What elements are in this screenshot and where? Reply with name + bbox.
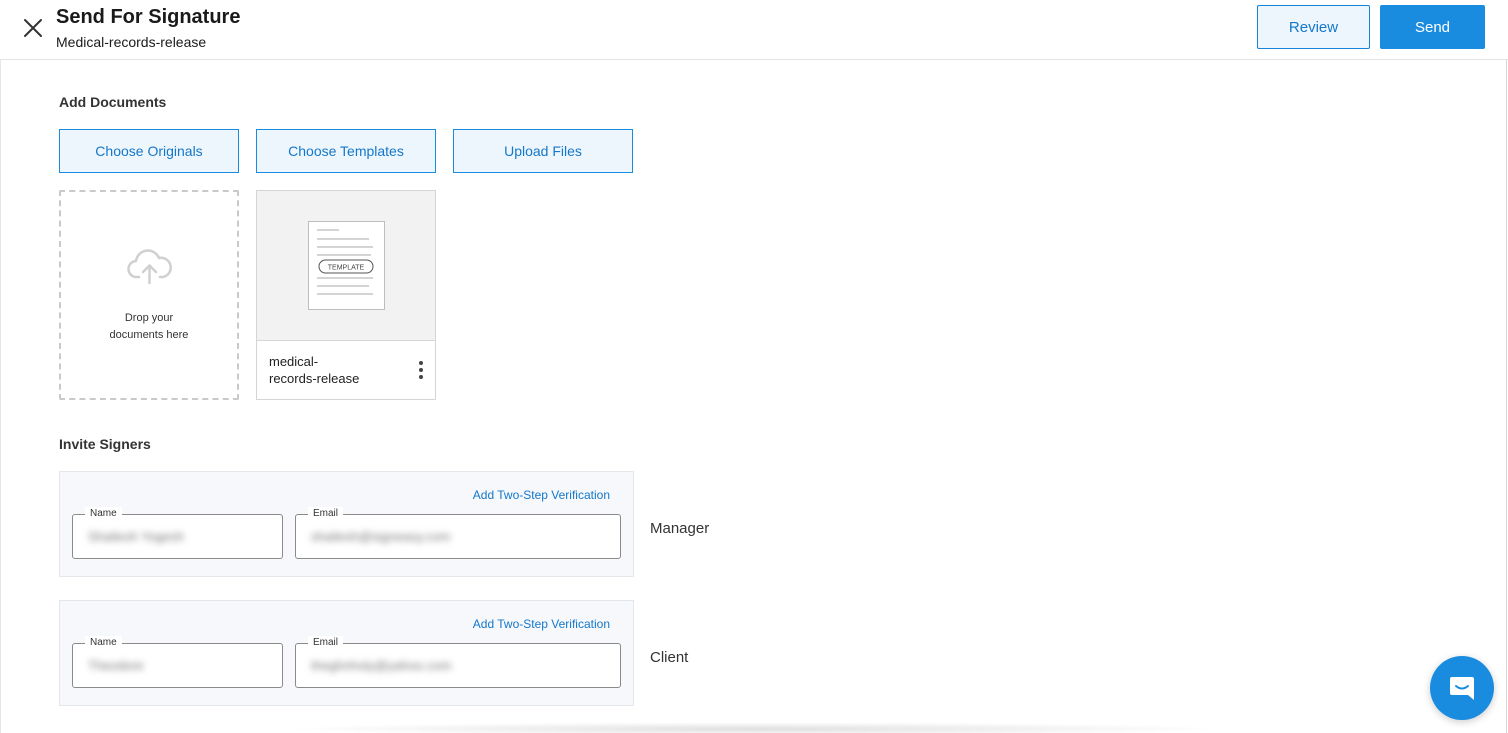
page-title: Send For Signature	[56, 6, 241, 28]
dropzone-text: Drop your documents here	[61, 310, 237, 344]
cloud-upload-icon	[127, 247, 173, 285]
chat-icon[interactable]	[1430, 656, 1494, 720]
header-bar: Send For Signature Medical-records-relea…	[0, 0, 1508, 60]
field-label: Name	[85, 636, 122, 650]
card-name-line: records-release	[269, 371, 360, 386]
template-badge: TEMPLATE	[328, 265, 365, 272]
signer-role: Manager	[650, 520, 710, 537]
signer-email-field[interactable]: Email theghnholy@yahoo.com	[295, 636, 621, 688]
signer-email-field[interactable]: Email shailesh@signeasy.com	[295, 507, 621, 559]
signer-name-field[interactable]: Name Theodore	[72, 636, 283, 688]
document-dropzone[interactable]: Drop your documents here	[59, 190, 239, 400]
left-divider	[0, 60, 1, 733]
signer-row: Add Two-Step Verification Name Shailesh …	[59, 471, 634, 577]
add-two-step-verification-link[interactable]: Add Two-Step Verification	[473, 488, 610, 502]
signer-name-field[interactable]: Name Shailesh Yogesh	[72, 507, 283, 559]
add-documents-heading: Add Documents	[59, 94, 167, 110]
document-thumbnail-icon: TEMPLATE	[308, 221, 385, 310]
dropzone-text-line: Drop your	[124, 312, 174, 324]
field-label: Name	[85, 507, 122, 521]
signer-row: Add Two-Step Verification Name Theodore …	[59, 600, 634, 706]
field-value: shailesh@signeasy.com	[311, 529, 451, 544]
card-name-line: medical-	[269, 354, 319, 369]
right-divider	[1506, 60, 1507, 733]
invite-signers-heading: Invite Signers	[59, 436, 151, 452]
choose-originals-button[interactable]: Choose Originals	[59, 129, 239, 173]
template-card[interactable]: TEMPLATE medical- records-release	[256, 190, 436, 400]
add-two-step-verification-link[interactable]: Add Two-Step Verification	[473, 617, 610, 631]
field-value: Shailesh Yogesh	[88, 529, 185, 544]
field-value: theghnholy@yahoo.com	[311, 658, 452, 673]
signer-role: Client	[650, 649, 689, 666]
template-thumbnail: TEMPLATE	[257, 191, 435, 341]
footer-shadow	[280, 722, 1230, 733]
dropzone-text-line: documents here	[109, 329, 189, 341]
field-label: Email	[308, 507, 344, 521]
close-icon[interactable]	[22, 17, 44, 39]
upload-files-button[interactable]: Upload Files	[453, 129, 633, 173]
send-button[interactable]: Send	[1380, 5, 1485, 49]
more-vertical-icon[interactable]	[414, 359, 428, 381]
document-name: Medical-records-release	[56, 34, 207, 50]
choose-templates-button[interactable]: Choose Templates	[256, 129, 436, 173]
field-label: Email	[308, 636, 344, 650]
template-card-name: medical- records-release	[269, 353, 399, 387]
field-value: Theodore	[88, 658, 144, 673]
review-button[interactable]: Review	[1257, 5, 1370, 49]
